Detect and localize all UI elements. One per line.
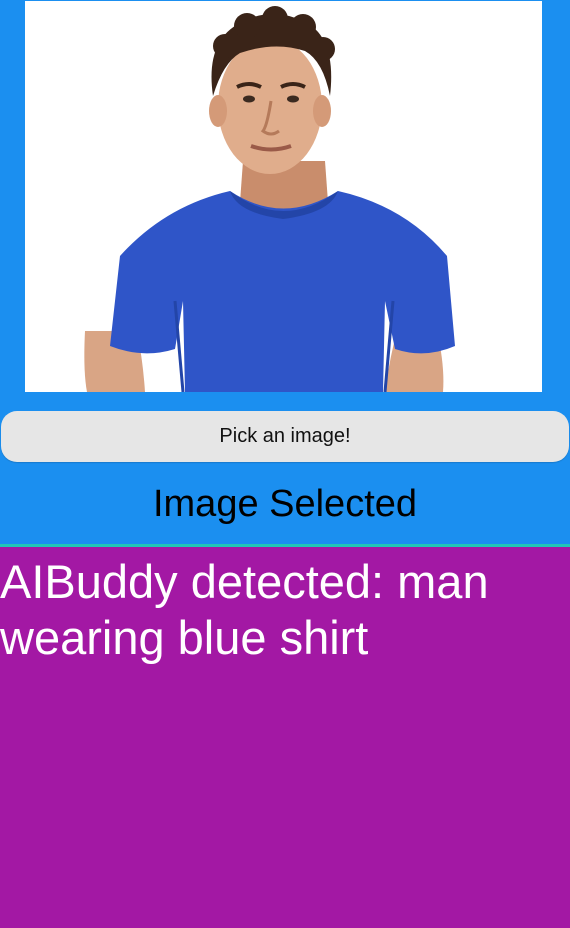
image-picker-panel: Pick an image! Image Selected bbox=[0, 0, 570, 544]
detection-result-text: AIBuddy detected: man wearing blue shirt bbox=[0, 555, 489, 664]
man-in-blue-shirt-photo bbox=[25, 1, 542, 392]
detection-result-panel: AIBuddy detected: man wearing blue shirt bbox=[0, 547, 570, 928]
selected-image bbox=[25, 1, 542, 392]
image-status-label: Image Selected bbox=[152, 483, 418, 525]
app-screen: Pick an image! Image Selected AIBuddy de… bbox=[0, 0, 570, 928]
pick-image-button[interactable]: Pick an image! bbox=[1, 411, 569, 462]
